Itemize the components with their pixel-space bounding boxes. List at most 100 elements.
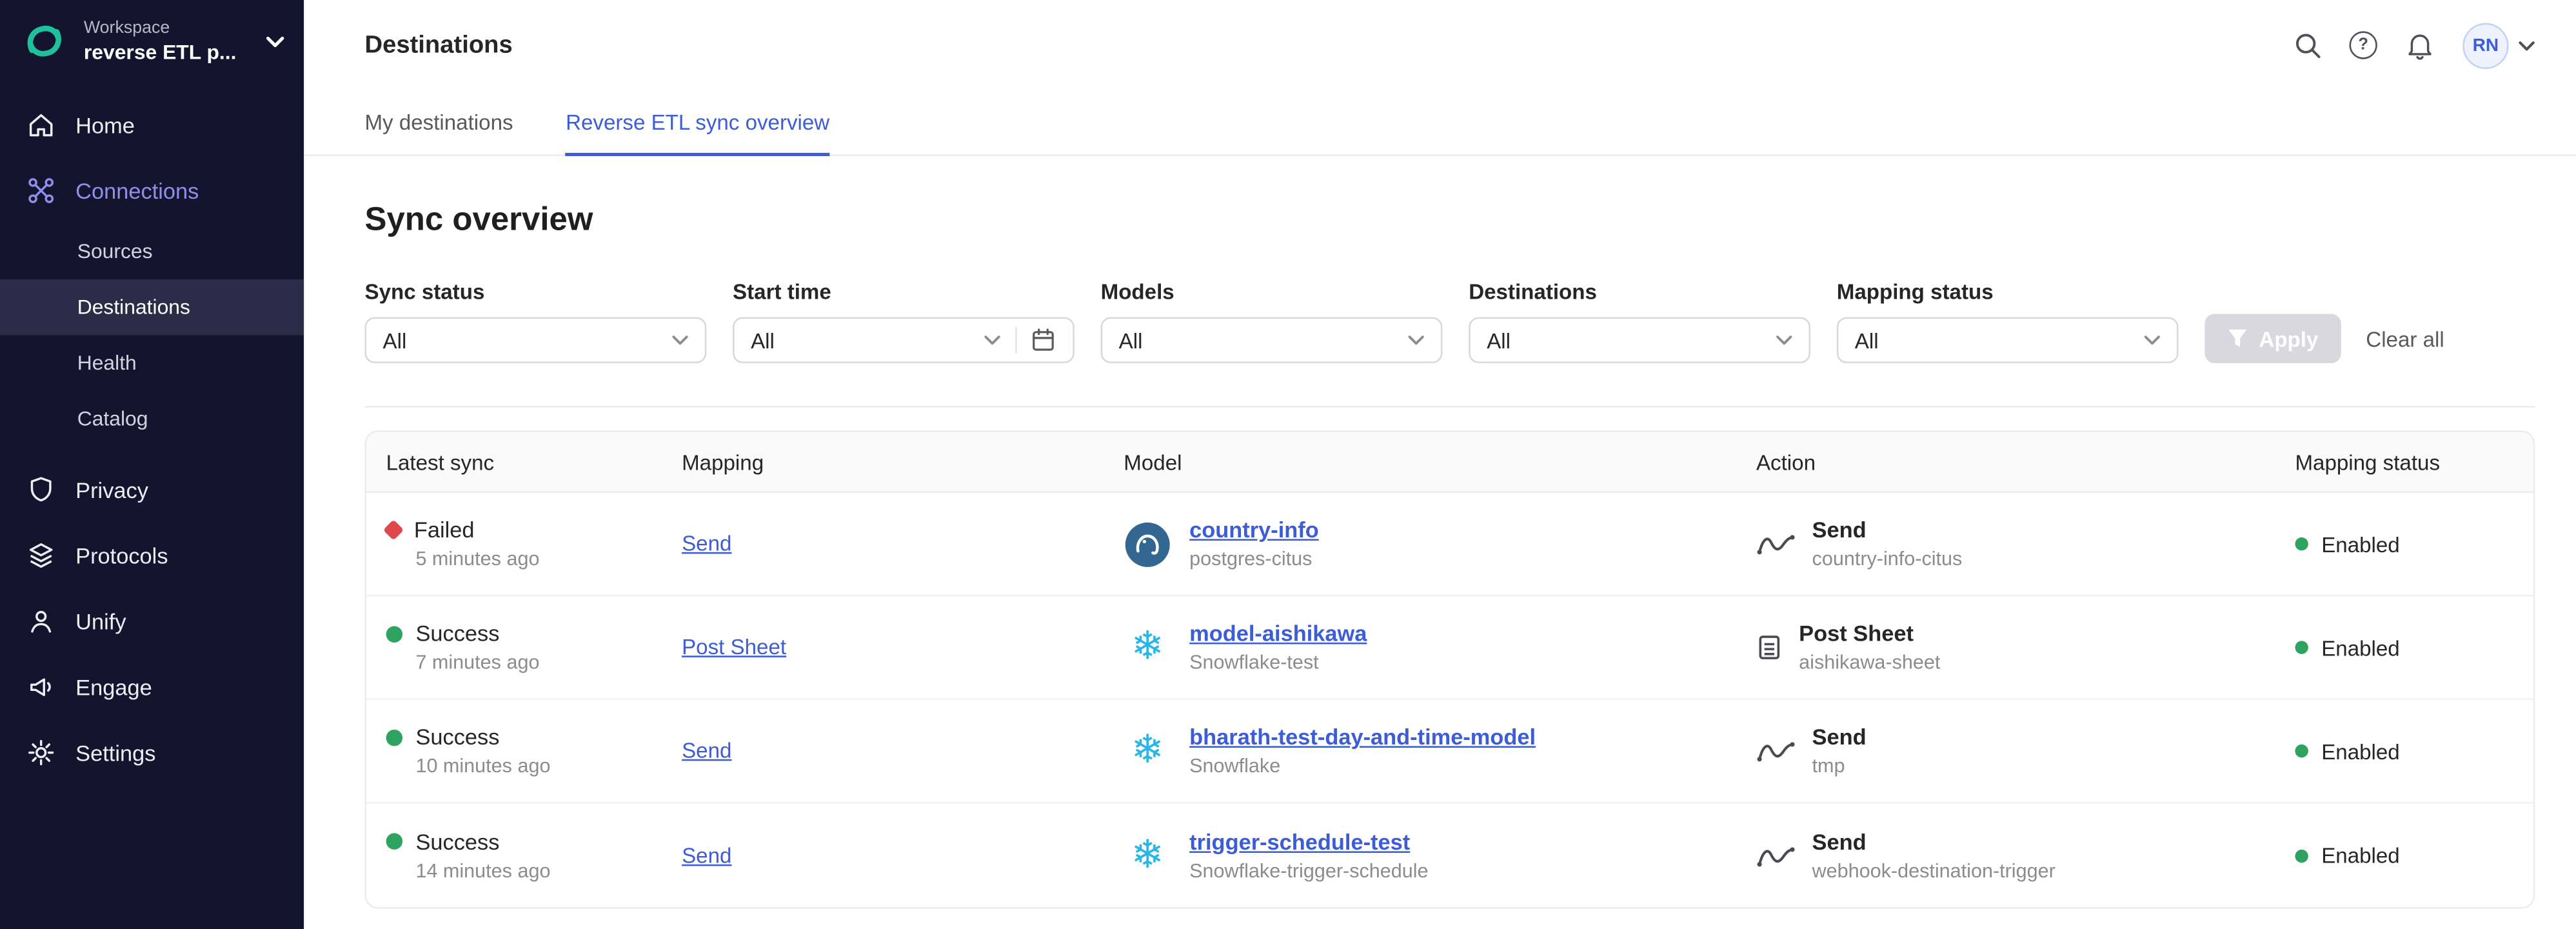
- workspace-switcher[interactable]: Workspace reverse ETL p...: [0, 0, 304, 85]
- user-icon: [26, 606, 56, 636]
- tab-my-destinations[interactable]: My destinations: [364, 90, 513, 156]
- enabled-dot-icon: [2295, 849, 2308, 862]
- sidebar-item-label: Settings: [75, 741, 155, 765]
- subnav-label: Sources: [77, 240, 153, 263]
- workspace-name: reverse ETL p...: [84, 41, 237, 65]
- sidebar-item-destinations[interactable]: Destinations: [0, 279, 304, 335]
- sheet-icon: [1756, 634, 1783, 661]
- sidebar-item-protocols[interactable]: Protocols: [0, 523, 304, 588]
- subnav-label: Health: [77, 352, 137, 375]
- action-target: country-info-citus: [1812, 547, 1963, 570]
- success-status-icon: [386, 625, 402, 641]
- table-row: Success 14 minutes ago Send trigger-sche…: [366, 804, 2533, 907]
- connections-subnav: Sources Destinations Health Catalog: [0, 223, 304, 446]
- model-source: Snowflake: [1189, 754, 1536, 777]
- apply-label: Apply: [2259, 326, 2318, 351]
- model-source: postgres-citus: [1189, 547, 1319, 570]
- enabled-dot-icon: [2295, 744, 2308, 757]
- tab-reverse-etl-sync-overview[interactable]: Reverse ETL sync overview: [566, 90, 829, 156]
- mapping-status-text: Enabled: [2321, 843, 2400, 868]
- success-status-icon: [386, 729, 402, 745]
- sidebar-item-sources[interactable]: Sources: [0, 223, 304, 279]
- mapping-status-select[interactable]: All: [1837, 317, 2179, 363]
- select-value: All: [382, 328, 406, 352]
- sync-time: 10 minutes ago: [415, 754, 662, 777]
- chevron-down-icon: [1776, 335, 1792, 345]
- mapping-status-text: Enabled: [2321, 532, 2400, 556]
- sidebar-item-engage[interactable]: Engage: [0, 654, 304, 720]
- model-source: Snowflake-trigger-schedule: [1189, 859, 1428, 882]
- main-area: Destinations RN My destination: [304, 0, 2576, 929]
- sidebar-item-label: Home: [75, 112, 135, 137]
- connections-icon: [26, 176, 56, 206]
- sidebar-item-label: Privacy: [75, 477, 148, 502]
- subnav-label: Destinations: [77, 295, 190, 319]
- search-icon[interactable]: [2294, 31, 2321, 59]
- success-status-icon: [386, 833, 402, 849]
- user-menu[interactable]: RN: [2462, 22, 2535, 68]
- sync-time: 7 minutes ago: [415, 651, 662, 674]
- filter-models: Models All: [1101, 279, 1443, 363]
- apply-button[interactable]: Apply: [2204, 314, 2341, 363]
- sidebar-item-label: Unify: [75, 609, 126, 634]
- model-source: Snowflake-test: [1189, 651, 1367, 674]
- sync-status-text: Failed: [414, 517, 475, 542]
- column-header-model: Model: [1104, 450, 1737, 474]
- filter-label: Destinations: [1469, 279, 1810, 304]
- model-link[interactable]: model-aishikawa: [1189, 621, 1367, 646]
- postgres-icon: [1124, 520, 1171, 568]
- model-link[interactable]: bharath-test-day-and-time-model: [1189, 724, 1536, 749]
- chevron-down-icon: [984, 335, 1000, 345]
- sidebar-item-health[interactable]: Health: [0, 335, 304, 392]
- tab-label: My destinations: [364, 109, 513, 134]
- app-window: Workspace reverse ETL p... Home Connecti…: [0, 0, 2576, 929]
- column-header-action: Action: [1736, 450, 2275, 474]
- help-icon[interactable]: [2349, 31, 2377, 59]
- bell-icon[interactable]: [2405, 30, 2435, 60]
- filter-label: Mapping status: [1837, 279, 2179, 304]
- shield-icon: [26, 475, 56, 504]
- table-row: Success 10 minutes ago Send bharath-test…: [366, 700, 2533, 803]
- mapping-link[interactable]: Send: [682, 842, 731, 866]
- webhook-icon: [1756, 842, 1796, 868]
- table-row: Success 7 minutes ago Post Sheet model-a…: [366, 597, 2533, 700]
- sidebar-item-privacy[interactable]: Privacy: [0, 457, 304, 523]
- sidebar-item-label: Protocols: [75, 543, 168, 568]
- sidebar-item-connections[interactable]: Connections: [0, 158, 304, 224]
- filter-destinations: Destinations All: [1469, 279, 1810, 363]
- model-link[interactable]: country-info: [1189, 517, 1319, 542]
- filter-label: Sync status: [364, 279, 706, 304]
- start-time-select[interactable]: All: [733, 317, 1075, 363]
- mapping-link[interactable]: Send: [682, 531, 731, 555]
- sync-time: 5 minutes ago: [415, 547, 662, 570]
- sidebar-item-settings[interactable]: Settings: [0, 720, 304, 786]
- mapping-link[interactable]: Send: [682, 738, 731, 763]
- tab-bar: My destinations Reverse ETL sync overvie…: [304, 90, 2576, 156]
- enabled-dot-icon: [2295, 537, 2308, 550]
- column-header-latest-sync: Latest sync: [366, 450, 662, 474]
- mapping-status-text: Enabled: [2321, 635, 2400, 659]
- webhook-icon: [1756, 531, 1796, 557]
- sidebar-item-catalog[interactable]: Catalog: [0, 391, 304, 447]
- sidebar-item-unify[interactable]: Unify: [0, 588, 304, 654]
- filter-icon: [2228, 328, 2248, 348]
- sidebar-item-home[interactable]: Home: [0, 92, 304, 158]
- calendar-icon[interactable]: [1030, 327, 1056, 354]
- sync-status-select[interactable]: All: [364, 317, 706, 363]
- divider: [1015, 327, 1017, 354]
- destinations-select[interactable]: All: [1469, 317, 1810, 363]
- filter-sync-status: Sync status All: [364, 279, 706, 363]
- sync-time: 14 minutes ago: [415, 859, 662, 882]
- avatar[interactable]: RN: [2462, 22, 2508, 68]
- models-select[interactable]: All: [1101, 317, 1443, 363]
- layers-icon: [26, 541, 56, 570]
- chevron-down-icon: [672, 335, 688, 345]
- clear-all-link[interactable]: Clear all: [2366, 327, 2444, 352]
- filter-label: Start time: [733, 279, 1075, 304]
- select-value: All: [1119, 328, 1143, 352]
- mapping-link[interactable]: Post Sheet: [682, 634, 786, 659]
- section-heading: Sync overview: [364, 202, 2535, 240]
- filter-mapping-status: Mapping status All: [1837, 279, 2179, 363]
- mapping-status-text: Enabled: [2321, 739, 2400, 763]
- model-link[interactable]: trigger-schedule-test: [1189, 829, 1428, 854]
